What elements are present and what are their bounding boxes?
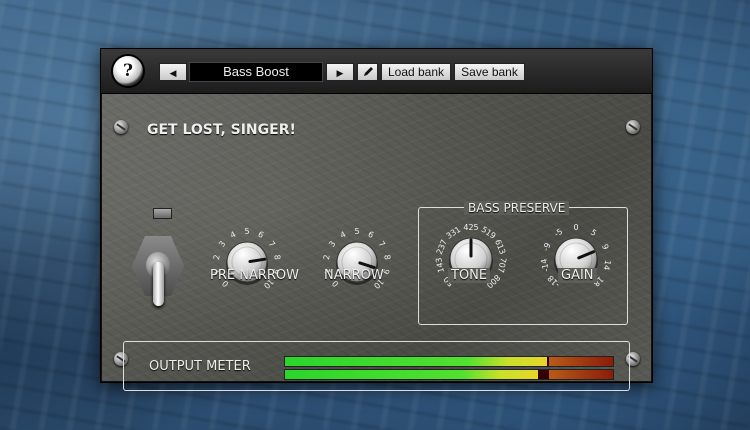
help-glyph: ? (123, 61, 133, 81)
knob-tick-label: 707 (496, 257, 508, 274)
knob-tick-label: 5 (354, 227, 359, 236)
knob-tick-label: 3 (217, 239, 227, 248)
meter-red-zone (549, 357, 613, 366)
knob-tick-label: 5 (589, 228, 598, 238)
knob-tick-label: 2 (322, 254, 332, 260)
tone-label: TONE (448, 268, 491, 283)
screw-icon (114, 120, 128, 134)
knob-tick-label: 425 (463, 223, 478, 232)
knob-tick-label: 8 (272, 254, 282, 260)
knob-tick-label: 0 (573, 223, 578, 232)
knob-tick-label: -14 (539, 258, 550, 273)
prev-preset-button[interactable]: ◀ (159, 63, 187, 81)
knob-tick-label: 613 (493, 238, 507, 256)
knob-tick-label: 6 (367, 230, 376, 240)
next-preset-button[interactable]: ▶ (326, 63, 354, 81)
knob-tick-label: 3 (327, 239, 337, 248)
gain-label: GAIN (558, 268, 597, 283)
arrow-left-icon: ◀ (169, 68, 177, 78)
knob-tick-label: 7 (267, 239, 277, 248)
knob-tick-label: 2 (212, 254, 222, 260)
meter-bar-right (284, 369, 614, 380)
knob-tick-label: 4 (339, 230, 348, 240)
load-bank-button[interactable]: Load bank (381, 63, 451, 81)
knob-tick-label: -5 (553, 227, 565, 239)
output-meter-label: OUTPUT METER (149, 359, 251, 374)
knob-tick-label: 143 (434, 257, 446, 274)
knob-tick-label: 14 (601, 259, 612, 271)
pre-narrow-label: PRE NARROW (210, 268, 299, 283)
knob-tick-label: 9 (600, 243, 610, 251)
plugin-title: GET LOST, SINGER! (147, 122, 296, 138)
tone-knob[interactable]: 50143237331425519613707800 (421, 215, 521, 315)
screw-icon (626, 120, 640, 134)
meter-bar-left (284, 356, 614, 367)
toolbar: ? ◀ Bass Boost ▶ Load bank Save bank (101, 49, 652, 94)
knob-tick-label: 4 (229, 230, 238, 240)
knob-tick-label: 5 (244, 227, 249, 236)
knob-tick-label: 8 (382, 254, 392, 260)
meter-fill (285, 357, 548, 366)
meter-fill (285, 370, 538, 379)
bass-preserve-title: BASS PRESERVE (464, 201, 570, 215)
knob-tick-label: 6 (257, 230, 266, 240)
save-bank-button[interactable]: Save bank (454, 63, 525, 81)
pencil-icon (363, 67, 373, 76)
arrow-right-icon: ▶ (336, 68, 344, 78)
narrow-label: NARROW (324, 268, 384, 283)
knob-tick-label: 331 (445, 225, 463, 241)
preset-name-display[interactable]: Bass Boost (189, 62, 323, 82)
knob-tick-label: 237 (435, 238, 449, 256)
toggle-lever (153, 262, 164, 306)
help-icon[interactable]: ? (113, 56, 143, 86)
gain-knob[interactable]: -18-14-9-5 0591418 (526, 215, 626, 315)
knob-tick-label: 7 (377, 239, 387, 248)
status-led (153, 208, 172, 219)
knob-tick-label: -9 (541, 242, 552, 253)
plugin-panel: GET LOST, SINGER! 0 1 2 3 4 5 6 7 8 9 10 PRE NARRO… (102, 94, 651, 391)
edit-preset-button[interactable] (357, 63, 378, 81)
plugin-window: ? ◀ Bass Boost ▶ Load bank Save bank GET… (100, 48, 653, 391)
meter-red-zone (549, 370, 613, 379)
knob-tick-label: 519 (480, 225, 498, 241)
